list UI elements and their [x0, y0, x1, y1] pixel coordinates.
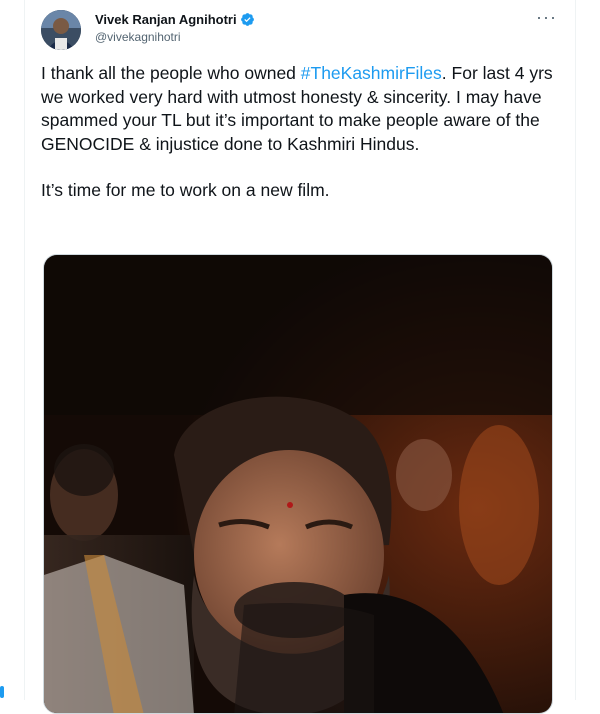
tweet-photo[interactable]: [43, 254, 553, 714]
tweet-text-intro: I thank all the people who owned: [41, 63, 301, 83]
tweet-text-period: .: [441, 63, 447, 83]
verified-badge-icon: [240, 12, 254, 26]
more-options-icon[interactable]: ···: [536, 8, 557, 26]
tweet-text: I thank all the people who owned #TheKas…: [41, 62, 557, 203]
side-indicator: [0, 686, 4, 698]
tweet-text-paragraph-2: It’s time for me to work on a new film.: [41, 180, 330, 200]
tweet-card[interactable]: Vivek Ranjan Agnihotri @vivekagnihotri ·…: [24, 0, 576, 714]
tweet-header: Vivek Ranjan Agnihotri @vivekagnihotri ·…: [41, 8, 561, 52]
avatar[interactable]: [41, 10, 81, 50]
display-name[interactable]: Vivek Ranjan Agnihotri: [95, 12, 237, 27]
author-handle[interactable]: @vivekagnihotri: [95, 30, 255, 44]
hashtag-link[interactable]: #TheKashmirFiles: [301, 63, 442, 83]
author-names: Vivek Ranjan Agnihotri @vivekagnihotri: [95, 10, 255, 44]
